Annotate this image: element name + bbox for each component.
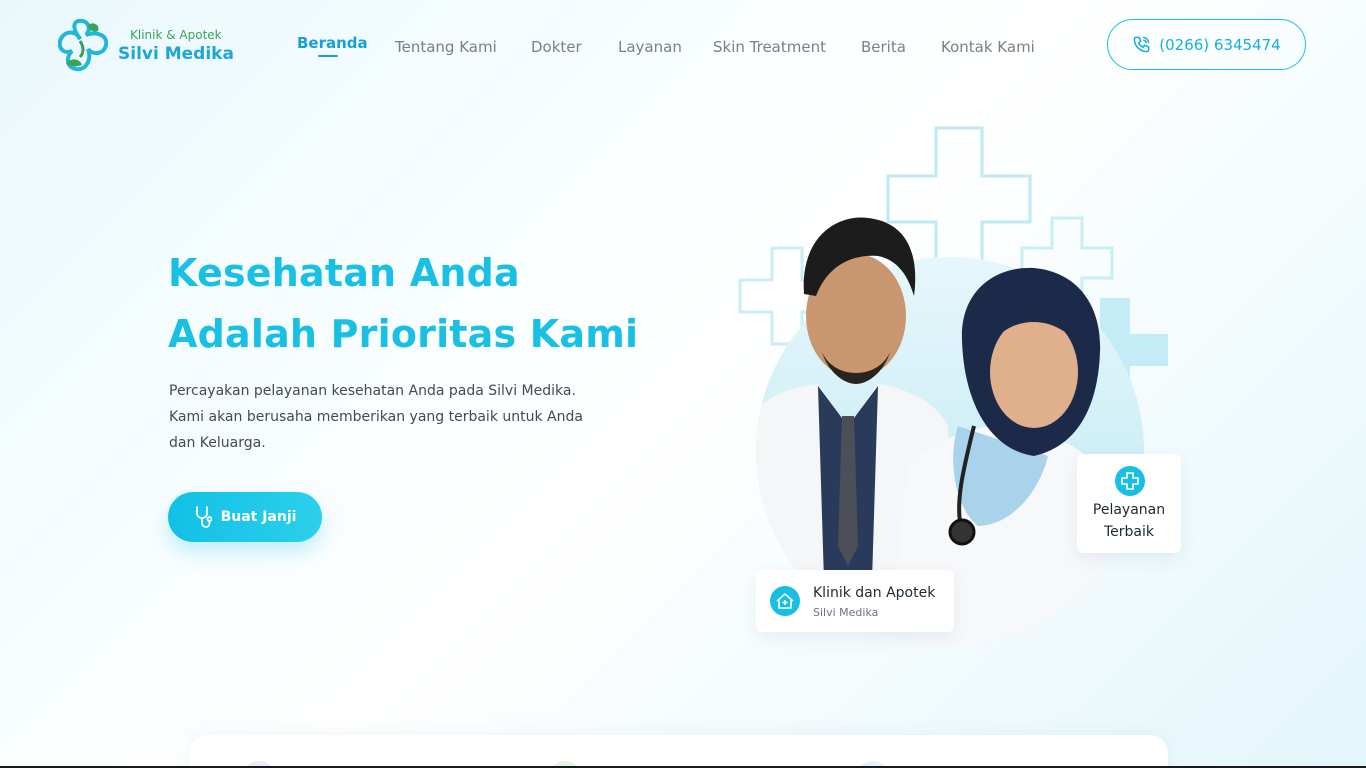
features-panel xyxy=(190,735,1168,768)
nav-item-layanan[interactable]: Layanan xyxy=(618,38,682,56)
hero-title: Kesehatan Anda Adalah Prioritas Kami xyxy=(168,243,688,365)
brand-name: Silvi Medika xyxy=(118,44,234,64)
nav-item-beranda[interactable]: Beranda xyxy=(297,34,368,52)
hero-description-line-1: Percayakan pelayanan kesehatan Anda pada… xyxy=(169,383,576,399)
doctors-illustration xyxy=(738,126,1168,645)
hero-title-line-2: Adalah Prioritas Kami xyxy=(168,312,639,356)
clinic-pharmacy-badge: Klinik dan Apotek Silvi Medika xyxy=(756,570,954,632)
active-nav-indicator xyxy=(318,55,338,57)
phone-call-button[interactable]: (0266) 6345474 xyxy=(1107,19,1306,70)
brand-tagline: Klinik & Apotek xyxy=(130,28,222,42)
nav-item-skin-treatment[interactable]: Skin Treatment xyxy=(713,38,826,56)
best-service-line-2: Terbaik xyxy=(1103,524,1154,540)
phone-icon xyxy=(1133,36,1150,53)
clinic-badge-subtitle: Silvi Medika xyxy=(813,606,879,619)
stethoscope-icon xyxy=(195,506,212,528)
hero-description: Percayakan pelayanan kesehatan Anda pada… xyxy=(169,378,599,456)
hero-title-line-1: Kesehatan Anda xyxy=(168,251,520,295)
phone-number: (0266) 6345474 xyxy=(1159,35,1281,54)
make-appointment-button[interactable]: Buat Janji xyxy=(168,492,322,542)
nav-item-dokter[interactable]: Dokter xyxy=(531,38,582,56)
clinic-badge-title: Klinik dan Apotek xyxy=(813,585,936,601)
site-header: Klinik & Apotek Silvi Medika Beranda Ten… xyxy=(0,0,1366,90)
medical-cross-icon xyxy=(1115,466,1145,496)
hero-description-line-3: dan Keluarga. xyxy=(169,435,266,451)
best-service-label: Pelayanan Terbaik xyxy=(1077,499,1181,543)
nav-item-berita[interactable]: Berita xyxy=(861,38,906,56)
doctors-hero-image xyxy=(738,126,1178,646)
best-service-line-1: Pelayanan xyxy=(1092,502,1166,518)
make-appointment-label: Buat Janji xyxy=(220,509,297,525)
nav-item-kontak-kami[interactable]: Kontak Kami xyxy=(941,38,1035,56)
nav-item-tentang-kami[interactable]: Tentang Kami xyxy=(395,38,497,56)
home-medical-icon xyxy=(770,586,800,616)
brand-logo[interactable]: Klinik & Apotek Silvi Medika xyxy=(58,17,238,75)
hero-description-line-2: Kami akan berusaha memberikan yang terba… xyxy=(169,409,583,425)
leaf-cross-logo-icon xyxy=(58,18,109,72)
best-service-badge: Pelayanan Terbaik xyxy=(1077,454,1181,553)
